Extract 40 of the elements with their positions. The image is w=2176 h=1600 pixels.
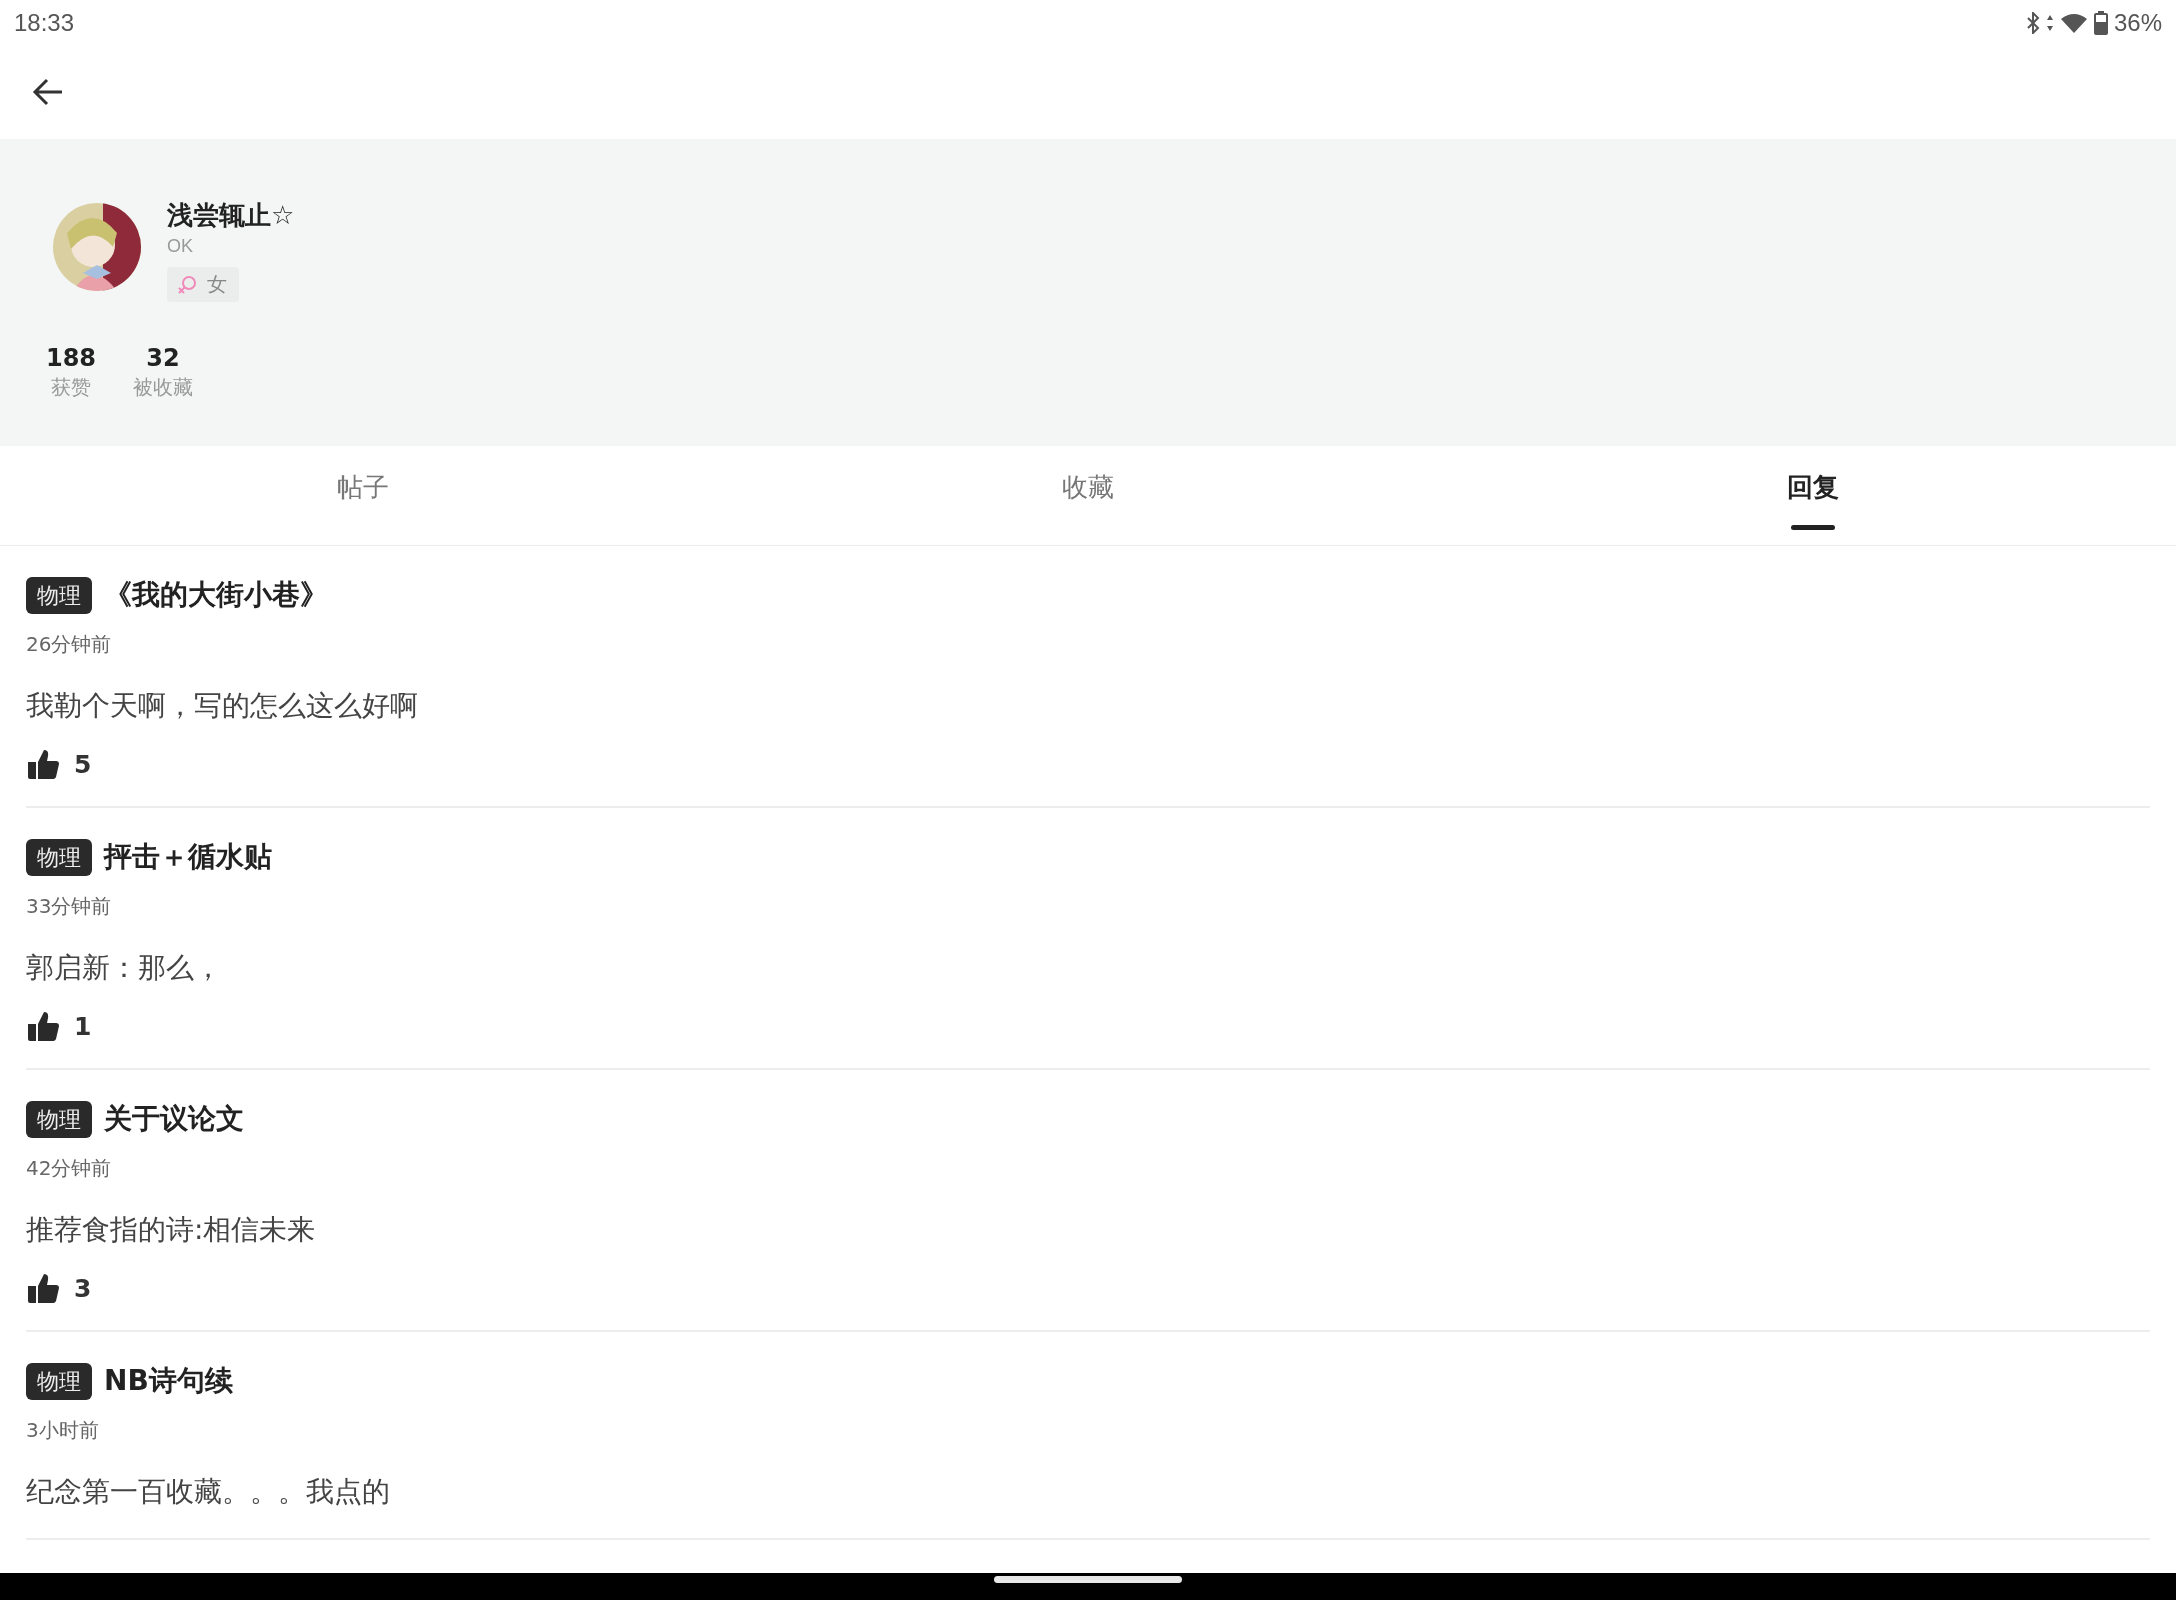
stat-value: 188 bbox=[45, 344, 97, 372]
reply-time: 42分钟前 bbox=[26, 1155, 113, 1182]
post-title[interactable]: NB诗句续 bbox=[104, 1362, 233, 1400]
thumbs-up-icon[interactable] bbox=[26, 1272, 60, 1304]
back-arrow-icon[interactable] bbox=[32, 78, 64, 106]
post-title[interactable]: 关于议论文 bbox=[104, 1100, 244, 1138]
like-count: 3 bbox=[74, 1273, 92, 1303]
tab[interactable]: 收藏 bbox=[1062, 470, 1114, 505]
bluetooth-icon bbox=[2025, 11, 2040, 34]
user-bio: OK bbox=[167, 235, 193, 257]
post-title[interactable]: 《我的大街小巷》 bbox=[104, 576, 328, 614]
battery-icon bbox=[2093, 10, 2108, 35]
tab[interactable]: 回复 bbox=[1787, 470, 1840, 505]
reply-text: 纪念第一百收藏。。。我点的 bbox=[26, 1474, 391, 1510]
subject-tag: 物理 bbox=[26, 1100, 92, 1138]
reply-text: 推荐食指的诗:相信未来 bbox=[26, 1212, 317, 1248]
user-name: 浅尝辄止☆ bbox=[167, 199, 295, 231]
like-count: 1 bbox=[74, 1011, 92, 1041]
reply-time: 26分钟前 bbox=[26, 631, 113, 658]
reply-text: 郭启新：那么， bbox=[26, 950, 223, 986]
post-title[interactable]: 抨击＋循水贴 bbox=[104, 838, 272, 876]
subject-tag: 物理 bbox=[26, 1362, 92, 1400]
like-count: 5 bbox=[74, 749, 92, 779]
female-icon bbox=[177, 274, 197, 295]
clock-text: 18:33 bbox=[14, 8, 75, 37]
thumbs-up-icon[interactable] bbox=[26, 1010, 60, 1042]
stat-label: 被收藏 bbox=[133, 374, 193, 401]
subject-tag: 物理 bbox=[26, 838, 92, 876]
battery-percent: 36% bbox=[2113, 8, 2162, 37]
reply-text: 我勒个天啊，写的怎么这么好啊 bbox=[26, 688, 419, 724]
tab-indicator bbox=[1791, 525, 1836, 530]
wifi-icon bbox=[2059, 11, 2088, 34]
stat-value: 32 bbox=[146, 344, 180, 372]
reply-time: 33分钟前 bbox=[26, 893, 113, 920]
thumbs-up-icon[interactable] bbox=[26, 748, 60, 780]
gender-label: 女 bbox=[207, 271, 227, 298]
stat-label: 获赞 bbox=[51, 374, 91, 401]
reply-time: 3小时前 bbox=[26, 1417, 100, 1444]
subject-tag: 物理 bbox=[26, 576, 92, 614]
tab[interactable]: 帖子 bbox=[336, 470, 389, 505]
